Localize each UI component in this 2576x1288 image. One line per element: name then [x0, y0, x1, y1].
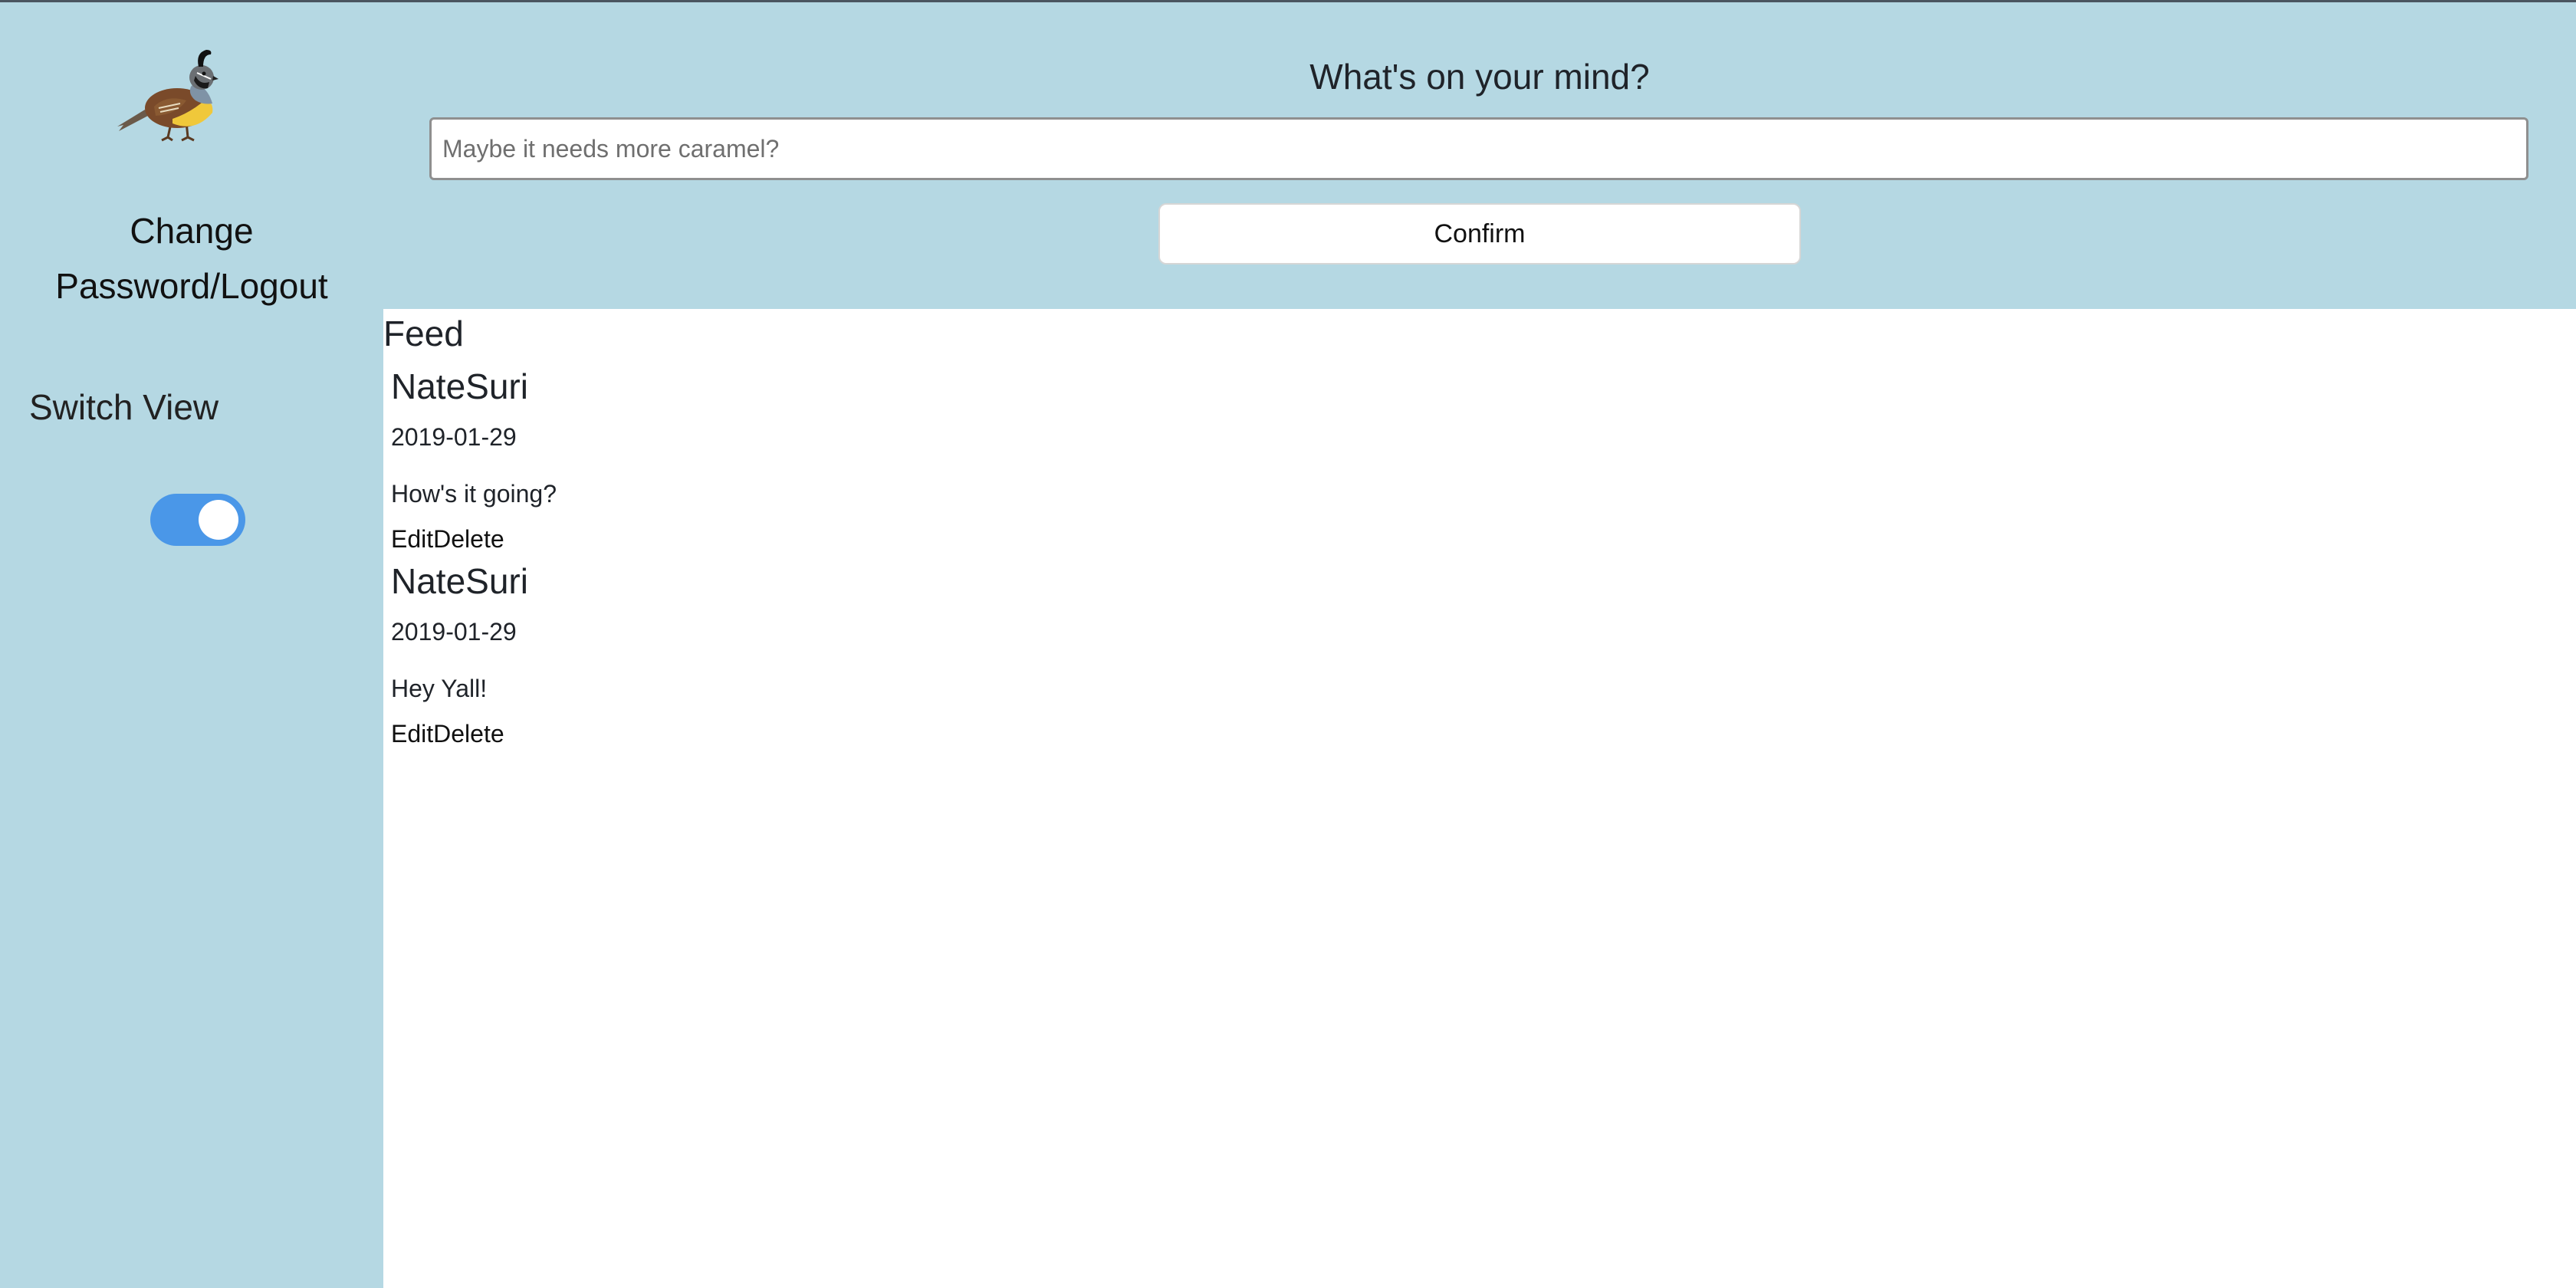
delete-button[interactable]: Delete: [433, 720, 504, 748]
switch-view-label: Switch View: [29, 387, 219, 427]
post-actions: EditDelete: [391, 522, 504, 556]
compose-title: What's on your mind?: [1309, 57, 1650, 97]
post-input[interactable]: [429, 117, 2528, 180]
toggle-knob: [199, 500, 238, 540]
post-text: How's it going?: [391, 480, 557, 508]
compose-area: What's on your mind? Confirm: [383, 2, 2576, 309]
change-password-logout-line1[interactable]: Change: [0, 203, 383, 258]
confirm-button[interactable]: Confirm: [1158, 203, 1801, 264]
edit-button[interactable]: Edit: [391, 525, 433, 553]
edit-button[interactable]: Edit: [391, 720, 433, 748]
change-password-logout-link[interactable]: Change Password/Logout: [0, 203, 383, 314]
feed-panel: Feed NateSuri 2019-01-29 How's it going?…: [383, 309, 2576, 1288]
post-actions: EditDelete: [391, 717, 504, 751]
feed-title: Feed: [383, 314, 464, 353]
post-author: NateSuri: [391, 366, 528, 406]
post-text: Hey Yall!: [391, 675, 488, 702]
switch-view-toggle[interactable]: [150, 494, 245, 546]
delete-button[interactable]: Delete: [433, 525, 504, 553]
post-date: 2019-01-29: [391, 423, 517, 451]
change-password-logout-line2[interactable]: Password/Logout: [0, 258, 383, 314]
post-date: 2019-01-29: [391, 618, 517, 646]
sidebar: Change Password/Logout Switch View: [0, 2, 383, 1288]
post-author: NateSuri: [391, 561, 528, 601]
quail-bird-icon: [111, 33, 226, 148]
